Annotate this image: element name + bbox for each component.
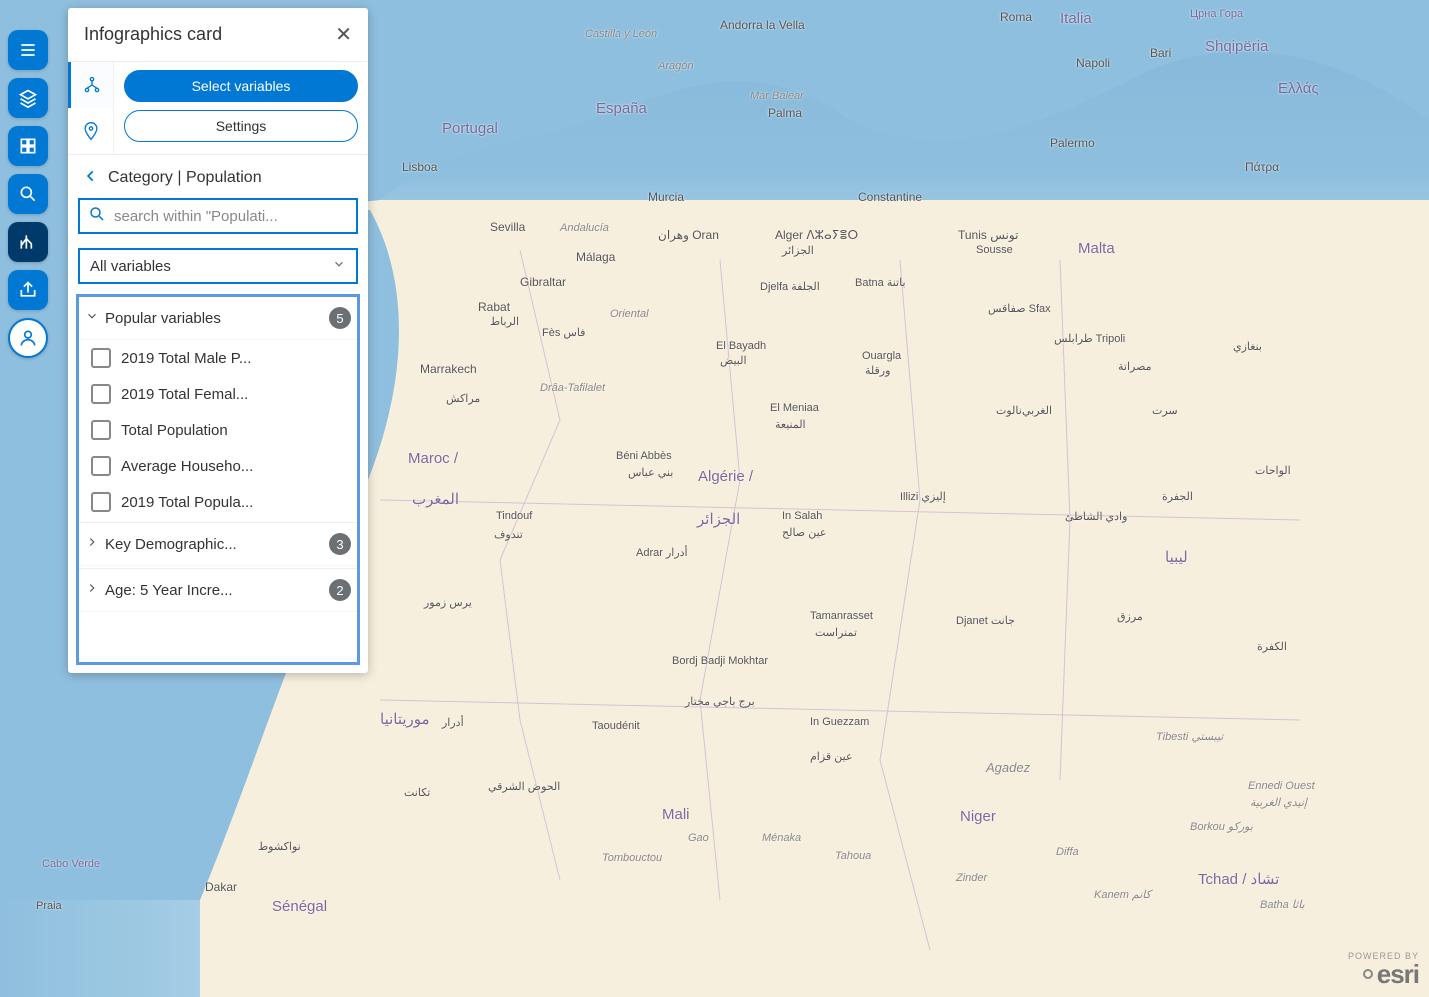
map-attribution: POWERED BY esri bbox=[1348, 952, 1419, 987]
checkbox[interactable] bbox=[91, 348, 111, 368]
panel-header: Infographics card ✕ bbox=[68, 8, 368, 62]
layers-button[interactable] bbox=[8, 78, 48, 118]
analytics-button[interactable] bbox=[8, 222, 48, 262]
toolbar-vertical bbox=[8, 30, 52, 358]
select-variables-button[interactable]: Select variables bbox=[124, 70, 358, 102]
section-count-badge: 3 bbox=[329, 533, 351, 555]
section-count-badge: 2 bbox=[329, 579, 351, 601]
chevron-down-icon bbox=[332, 257, 346, 275]
variable-label: Total Population bbox=[121, 422, 228, 439]
chevron-right-icon bbox=[85, 535, 99, 554]
settings-button[interactable]: Settings bbox=[124, 110, 358, 142]
settings-label: Settings bbox=[216, 118, 267, 134]
profile-button[interactable] bbox=[8, 318, 48, 358]
variable-row[interactable]: 2019 Total Popula... bbox=[79, 484, 357, 520]
section-header[interactable]: Popular variables 5 bbox=[79, 297, 357, 340]
back-icon[interactable] bbox=[84, 167, 98, 188]
variable-filter-select[interactable]: All variables bbox=[78, 248, 358, 284]
variable-filter-label: All variables bbox=[90, 258, 171, 275]
breadcrumb: Category | Population bbox=[68, 155, 368, 194]
basemap-button[interactable] bbox=[8, 126, 48, 166]
esri-logo: esri bbox=[1377, 961, 1419, 987]
tab-hierarchy-icon[interactable] bbox=[68, 62, 113, 108]
section-title: Popular variables bbox=[105, 310, 323, 327]
section-header[interactable]: Key Demographic... 3 bbox=[79, 522, 357, 566]
section-title: Age: 5 Year Incre... bbox=[105, 582, 323, 599]
variable-label: 2019 Total Popula... bbox=[121, 494, 253, 511]
variable-row[interactable]: Average Househo... bbox=[79, 448, 357, 484]
section-header[interactable]: Age: 5 Year Incre... 2 bbox=[79, 568, 357, 612]
search-button[interactable] bbox=[8, 174, 48, 214]
variable-row[interactable]: 2019 Total Femal... bbox=[79, 376, 357, 412]
esri-globe-icon bbox=[1363, 969, 1373, 979]
variable-sections: Popular variables 5 2019 Total Male P...… bbox=[76, 294, 360, 665]
tab-location-icon[interactable] bbox=[68, 108, 113, 154]
panel-title: Infographics card bbox=[84, 24, 222, 45]
variable-label: Average Househo... bbox=[121, 458, 253, 475]
checkbox[interactable] bbox=[91, 384, 111, 404]
chevron-right-icon bbox=[85, 581, 99, 600]
search-input-wrap[interactable] bbox=[78, 198, 358, 234]
section-title: Key Demographic... bbox=[105, 536, 323, 553]
variable-label: 2019 Total Femal... bbox=[121, 386, 248, 403]
section-count-badge: 5 bbox=[329, 307, 351, 329]
variable-row[interactable]: 2019 Total Male P... bbox=[79, 340, 357, 376]
close-icon[interactable]: ✕ bbox=[335, 22, 352, 47]
panel-mini-tabs bbox=[68, 62, 114, 154]
checkbox[interactable] bbox=[91, 492, 111, 512]
variable-label: 2019 Total Male P... bbox=[121, 350, 251, 367]
infographics-panel: Infographics card ✕ Select variables Set… bbox=[68, 8, 368, 673]
search-input[interactable] bbox=[114, 208, 348, 225]
breadcrumb-text: Category | Population bbox=[108, 169, 262, 187]
checkbox[interactable] bbox=[91, 456, 111, 476]
search-icon bbox=[88, 205, 106, 228]
menu-button[interactable] bbox=[8, 30, 48, 70]
checkbox[interactable] bbox=[91, 420, 111, 440]
select-variables-label: Select variables bbox=[192, 78, 291, 94]
share-button[interactable] bbox=[8, 270, 48, 310]
variable-row[interactable]: Total Population bbox=[79, 412, 357, 448]
chevron-down-icon bbox=[85, 309, 99, 328]
